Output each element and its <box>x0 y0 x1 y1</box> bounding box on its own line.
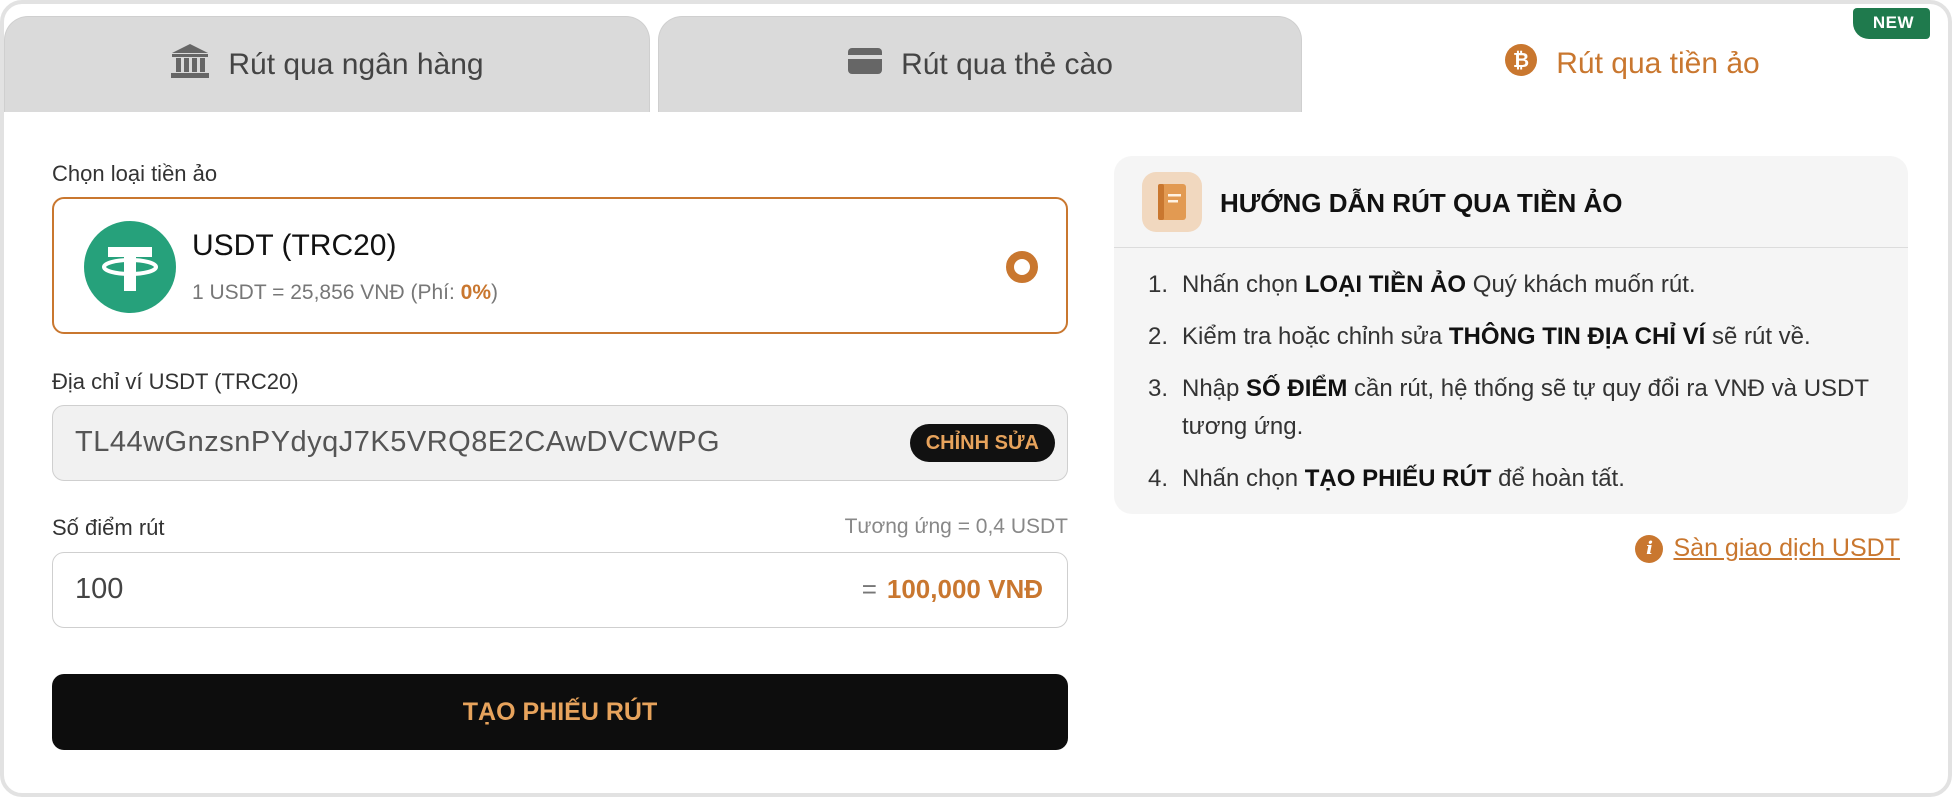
usdt-exchange-link-label: Sàn giao dịch USDT <box>1673 534 1900 562</box>
coin-name: USDT (TRC20) <box>192 229 397 262</box>
guide-step: 1. Nhấn chọn LOẠI TIỀN ẢO Quý khách muốn… <box>1148 271 1696 298</box>
tab-label: Rút qua tiền ảo <box>1556 47 1760 80</box>
tab-label: Rút qua thẻ cào <box>901 47 1113 81</box>
guide-step: 3. Nhập SỐ ĐIỂM cần rút, hệ thống sẽ tự … <box>1148 375 1869 440</box>
edit-wallet-button[interactable]: CHỈNH SỬA <box>909 424 1055 462</box>
notebook-icon <box>1142 172 1202 232</box>
guide-step: 2. Kiểm tra hoặc chỉnh sửa THÔNG TIN ĐỊA… <box>1148 323 1811 350</box>
tab-bank-withdraw[interactable]: Rút qua ngân hàng <box>4 16 650 112</box>
coin-rate: 1 USDT = 25,856 VNĐ (Phí: 0%) <box>192 281 499 304</box>
guide-steps: 1. Nhấn chọn LOẠI TIỀN ẢO Quý khách muốn… <box>1148 266 1888 512</box>
tether-icon <box>84 221 176 313</box>
points-input-value: 100 <box>75 573 124 605</box>
svg-text:₿: ₿ <box>1513 48 1529 72</box>
withdraw-guide: HƯỚNG DẪN RÚT QUA TIỀN ẢO 1. Nhấn chọn L… <box>1114 156 1908 514</box>
tab-bar: Rút qua ngân hàng Rút qua thẻ cào ₿ Rút … <box>4 16 1948 112</box>
create-withdraw-button[interactable]: TẠO PHIẾU RÚT <box>52 674 1068 750</box>
guide-title: HƯỚNG DẪN RÚT QUA TIỀN ẢO <box>1220 188 1623 218</box>
bank-icon <box>170 42 210 88</box>
info-icon: i <box>1635 534 1664 563</box>
coin-type-label: Chọn loại tiền ảo <box>52 161 218 186</box>
new-badge: NEW <box>1852 8 1930 39</box>
guide-step: 4. Nhấn chọn TẠO PHIẾU RÚT để hoàn tất. <box>1148 465 1625 492</box>
tab-label: Rút qua ngân hàng <box>228 47 484 81</box>
points-vnd-conversion: = 100,000 VNĐ <box>861 574 1043 604</box>
bitcoin-icon: ₿ <box>1504 43 1538 85</box>
wallet-address-label: Địa chỉ ví USDT (TRC20) <box>52 369 299 394</box>
wallet-address-value: TL44wGnzsnPYdyqJ7K5VRQ8E2CAwDVCWPG <box>75 426 721 458</box>
coin-radio-selected[interactable] <box>1006 251 1038 283</box>
wallet-address-field: TL44wGnzsnPYdyqJ7K5VRQ8E2CAwDVCWPG CHỈNH… <box>52 405 1068 481</box>
card-icon <box>847 47 883 83</box>
withdraw-panel: Rút qua ngân hàng Rút qua thẻ cào ₿ Rút … <box>0 0 1952 797</box>
guide-header: HƯỚNG DẪN RÚT QUA TIỀN ẢO <box>1114 156 1908 248</box>
usdt-exchange-link[interactable]: i Sàn giao dịch USDT <box>1635 534 1900 563</box>
equivalent-usdt: Tương ứng = 0,4 USDT <box>844 515 1068 538</box>
fee-value: 0% <box>460 281 492 304</box>
tab-card-withdraw[interactable]: Rút qua thẻ cào <box>658 16 1302 112</box>
coin-option-usdt[interactable]: USDT (TRC20) 1 USDT = 25,856 VNĐ (Phí: 0… <box>52 197 1068 334</box>
points-input[interactable]: 100 = 100,000 VNĐ <box>52 552 1068 628</box>
